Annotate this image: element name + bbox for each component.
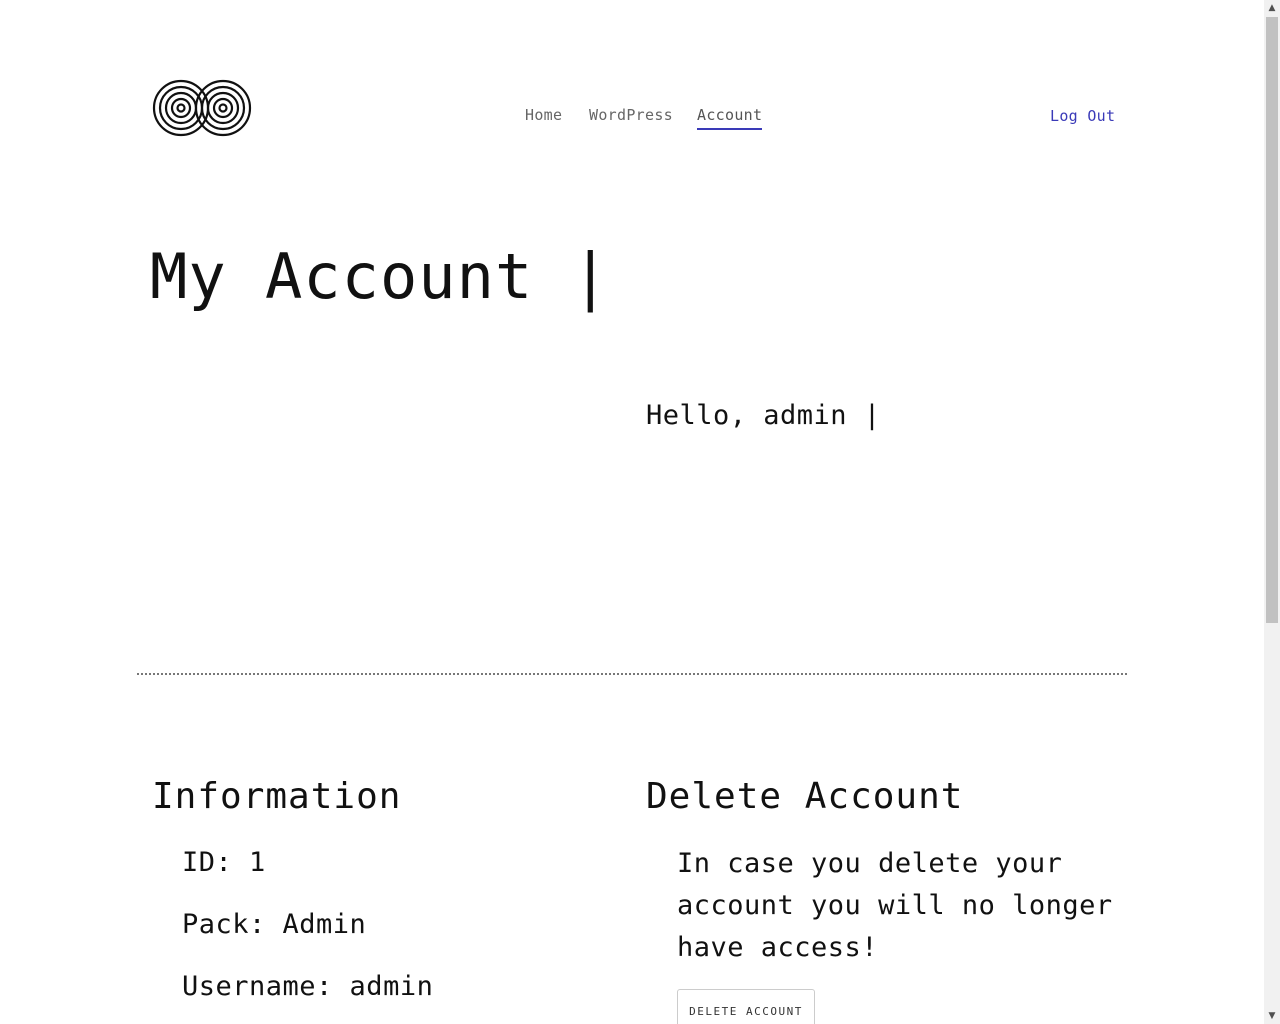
nav-wordpress-link[interactable]: WordPress xyxy=(589,106,673,124)
logout-link[interactable]: Log Out xyxy=(1050,107,1115,125)
page: Home WordPress Account Log Out My Accoun… xyxy=(0,0,1264,1024)
nav-account-link[interactable]: Account xyxy=(697,106,763,130)
scrollbar-thumb[interactable] xyxy=(1266,17,1278,623)
scroll-down-arrow-icon[interactable]: ▼ xyxy=(1264,1008,1280,1024)
account-id: ID: 1 xyxy=(182,847,266,878)
nav-home-link[interactable]: Home xyxy=(525,106,562,124)
account-username: Username: admin xyxy=(182,971,434,1002)
account-pack: Pack: Admin xyxy=(182,909,367,940)
greeting-text: Hello, admin | xyxy=(646,400,881,431)
delete-account-button[interactable]: DELETE ACCOUNT xyxy=(677,989,815,1024)
section-divider xyxy=(137,673,1127,675)
information-heading: Information xyxy=(152,776,402,817)
scroll-up-arrow-icon[interactable]: ▲ xyxy=(1264,0,1280,16)
delete-warning-text: In case you delete your account you will… xyxy=(677,848,1113,963)
page-title: My Account | xyxy=(150,240,610,313)
delete-account-heading: Delete Account xyxy=(646,776,964,817)
vertical-scrollbar[interactable]: ▲ ▼ xyxy=(1264,0,1280,1024)
